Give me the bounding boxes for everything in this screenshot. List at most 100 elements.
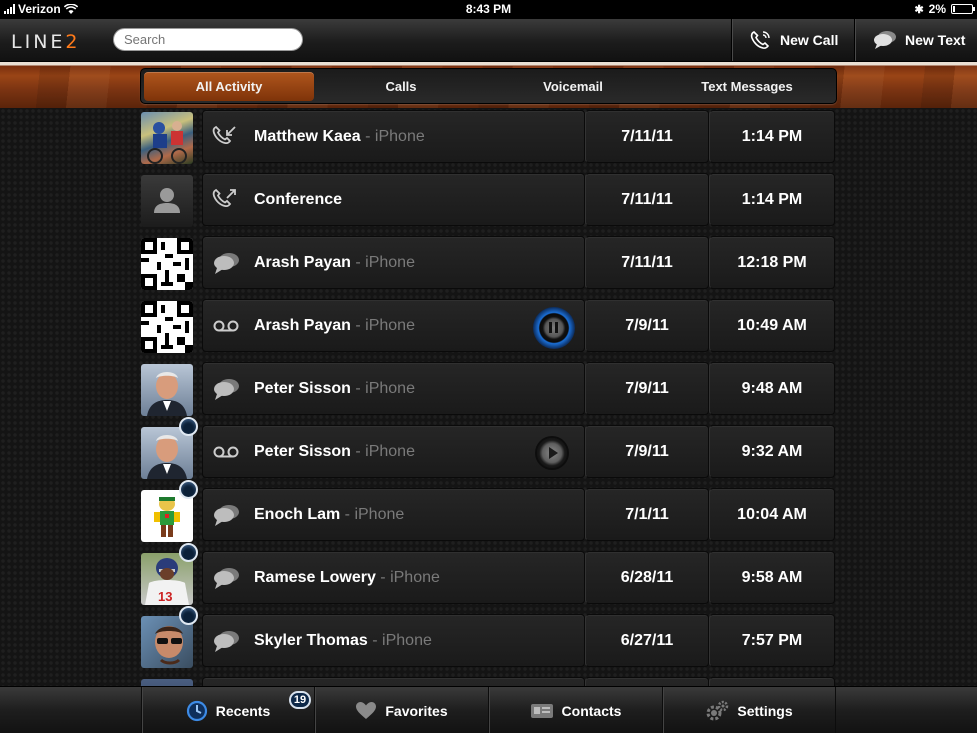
list-item[interactable] — [141, 677, 835, 686]
activity-time: 12:18 PM — [737, 254, 807, 271]
time-cell — [709, 677, 835, 686]
gear-icon — [706, 700, 729, 720]
activity-filter-segmented-control: All Activity Calls Voicemail Text Messag… — [140, 68, 837, 104]
voicemail-play-button[interactable] — [537, 438, 567, 468]
app-header: LINE2 New Call New Text — [0, 19, 977, 62]
activity-cell: Conference — [202, 173, 585, 226]
date-cell: 7/9/11 — [585, 299, 709, 352]
activity-cell: Enoch Lam - iPhone — [202, 488, 585, 541]
activity-date: 6/28/11 — [620, 569, 674, 586]
time-cell: 10:04 AM — [709, 488, 835, 541]
device-label: - iPhone — [350, 317, 415, 334]
activity-time: 10:49 AM — [737, 317, 807, 334]
filter-text-messages[interactable]: Text Messages — [660, 72, 834, 101]
status-right: ✱ 2% — [914, 2, 975, 16]
device-label: - iPhone — [350, 380, 415, 397]
tab-settings-label: Settings — [737, 702, 793, 719]
device-label: - iPhone — [367, 632, 432, 649]
activity-cell — [202, 677, 585, 686]
date-cell: 7/11/11 — [585, 110, 709, 163]
list-item[interactable]: Conference 7/11/11 1:14 PM — [141, 173, 835, 227]
avatar — [141, 364, 193, 416]
battery-percent: 2% — [928, 2, 946, 16]
activity-cell: Matthew Kaea - iPhone — [202, 110, 585, 163]
activity-cell: Arash Payan - iPhone — [202, 236, 585, 289]
new-text-button[interactable]: New Text — [854, 19, 977, 61]
logo-text: LINE — [11, 31, 66, 53]
contact-name: Peter Sisson — [254, 380, 351, 397]
text-message-icon — [214, 379, 239, 400]
voicemail-icon — [213, 446, 239, 458]
activity-date: 7/11/11 — [621, 254, 673, 271]
activity-cell: Peter Sisson - iPhone — [202, 425, 585, 478]
time-cell: 9:58 AM — [709, 551, 835, 604]
heart-icon — [356, 701, 377, 719]
list-item[interactable]: Enoch Lam - iPhone 7/1/11 10:04 AM — [141, 480, 835, 542]
list-item[interactable]: Arash Payan - iPhone 7/9/11 10:49 AM — [141, 299, 835, 353]
avatar — [141, 112, 193, 164]
date-cell: 7/9/11 — [585, 362, 709, 415]
new-call-button[interactable]: New Call — [731, 19, 854, 61]
man-portrait — [147, 372, 187, 416]
new-text-label: New Text — [905, 32, 966, 48]
date-cell: 7/11/11 — [585, 236, 709, 289]
list-item[interactable]: Peter Sisson - iPhone 7/9/11 9:48 AM — [141, 362, 835, 416]
date-cell: 6/28/11 — [585, 551, 709, 604]
avatar — [141, 175, 193, 227]
unread-dot — [179, 417, 198, 436]
filter-all-activity[interactable]: All Activity — [144, 72, 314, 101]
list-item[interactable]: Matthew Kaea - iPhone 7/11/11 1:14 PM — [141, 110, 835, 164]
activity-cell: Arash Payan - iPhone — [202, 299, 585, 352]
date-cell: 7/11/11 — [585, 173, 709, 226]
contact-name: Enoch Lam — [254, 506, 341, 523]
activity-list: Matthew Kaea - iPhone 7/11/11 1:14 PM Co… — [0, 108, 977, 686]
avatar — [141, 679, 193, 686]
battery-icon — [951, 4, 975, 14]
contact-card-icon — [530, 703, 553, 718]
activity-date: 7/9/11 — [625, 317, 669, 334]
tab-contacts[interactable]: Contacts — [488, 687, 662, 733]
device-label: - iPhone — [375, 569, 440, 586]
outgoing-call-icon — [212, 188, 236, 208]
text-message-icon — [214, 631, 239, 652]
tab-recents-label: Recents — [215, 702, 271, 719]
activity-date: 7/1/11 — [625, 506, 669, 523]
activity-cell: Ramese Lowery - iPhone — [202, 551, 585, 604]
tab-favorites[interactable]: Favorites — [314, 687, 488, 733]
voicemail-pause-button[interactable] — [533, 307, 575, 349]
activity-date: 7/11/11 — [621, 128, 673, 145]
list-item[interactable]: Peter Sisson - iPhone 7/9/11 9:32 AM — [141, 417, 835, 479]
activity-time: 9:48 AM — [741, 380, 803, 397]
contact-name: Skyler Thomas — [254, 632, 368, 649]
unread-dot — [179, 480, 198, 499]
qr-code-icon — [141, 238, 193, 290]
activity-cell: Skyler Thomas - iPhone — [202, 614, 585, 667]
activity-time: 1:14 PM — [741, 191, 803, 208]
text-message-icon — [214, 253, 239, 274]
date-cell: 7/9/11 — [585, 425, 709, 478]
activity-date: 7/9/11 — [625, 443, 669, 460]
device-label: - iPhone — [360, 128, 425, 145]
device-label: - iPhone — [350, 443, 415, 460]
list-item[interactable]: 13 Ramese Lowery - iPhone 6/28/11 9:58 A… — [141, 543, 835, 605]
date-cell — [585, 677, 709, 686]
filter-calls[interactable]: Calls — [316, 72, 486, 101]
tab-contacts-label: Contacts — [561, 702, 622, 719]
tab-recents[interactable]: Recents 19 — [141, 687, 314, 733]
activity-time: 9:32 AM — [741, 443, 803, 460]
tab-settings[interactable]: Settings — [662, 687, 836, 733]
filter-voicemail[interactable]: Voicemail — [488, 72, 658, 101]
list-item[interactable]: Arash Payan - iPhone 7/11/11 12:18 PM — [141, 236, 835, 290]
activity-time: 9:58 AM — [741, 569, 803, 586]
contact-name: Ramese Lowery — [254, 569, 376, 586]
contact-name: Conference — [254, 191, 343, 208]
list-item[interactable]: Skyler Thomas - iPhone 6/27/11 7:57 PM — [141, 606, 835, 668]
search-input[interactable] — [113, 28, 303, 51]
contact-name: Peter Sisson — [254, 443, 351, 460]
contact-name: Arash Payan — [254, 254, 351, 271]
bluetooth-icon: ✱ — [914, 3, 924, 16]
time-cell: 12:18 PM — [709, 236, 835, 289]
text-message-icon — [214, 505, 239, 526]
cyclists-photo — [147, 121, 187, 164]
tab-favorites-label: Favorites — [385, 702, 448, 719]
